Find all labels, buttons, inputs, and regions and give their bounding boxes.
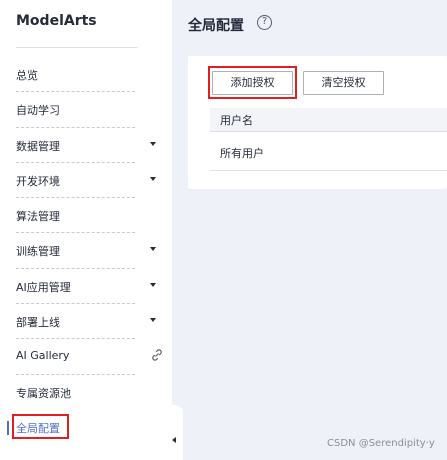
- table-header: 用户名: [210, 108, 447, 132]
- sidebar-collapse-handle[interactable]: [167, 405, 183, 460]
- question-circle-icon[interactable]: ?: [257, 15, 272, 30]
- sidebar-item-label: 专属资源池: [16, 386, 71, 400]
- sidebar-item-ai-app-management[interactable]: AI应用管理: [0, 269, 172, 305]
- sidebar-item-data-management[interactable]: 数据管理: [0, 128, 172, 163]
- sidebar-item-label: 训练管理: [16, 245, 60, 259]
- sidebar-item-training-management[interactable]: 训练管理: [0, 233, 172, 269]
- chevron-down-icon[interactable]: [150, 247, 156, 252]
- sidebar-item-deployment[interactable]: 部署上线: [0, 304, 172, 340]
- sidebar-item-algorithm-management[interactable]: 算法管理: [0, 198, 172, 234]
- column-header-username: 用户名: [220, 114, 253, 127]
- sidebar-item-ai-gallery[interactable]: AI Gallery: [0, 339, 172, 375]
- table-row[interactable]: 所有用户: [210, 132, 447, 171]
- chevron-down-icon[interactable]: [150, 282, 156, 287]
- chevron-down-icon[interactable]: [150, 141, 156, 146]
- chevron-down-icon[interactable]: [150, 318, 156, 323]
- chevron-down-icon[interactable]: [150, 176, 156, 181]
- sidebar-item-overview[interactable]: 总览: [0, 57, 172, 93]
- sidebar-item-label: 算法管理: [16, 210, 60, 224]
- sidebar-item-label: 开发环境: [16, 174, 60, 188]
- sidebar-item-label: 自动学习: [16, 104, 60, 118]
- highlight-box-nav: [12, 414, 69, 439]
- sidebar-item-label: AI Gallery: [16, 349, 70, 363]
- sidebar-item-label: AI应用管理: [16, 280, 71, 294]
- sidebar-item-auto-learning[interactable]: 自动学习: [0, 92, 172, 128]
- active-indicator: [7, 421, 9, 435]
- sidebar-item-label: 数据管理: [16, 139, 60, 153]
- sidebar-nav: 总览 自动学习 数据管理 开发环境 算法管理 训练管理 AI应用管理 部署上线 …: [0, 57, 172, 445]
- sidebar: ModelArts 总览 自动学习 数据管理 开发环境 算法管理 训练管理 AI…: [0, 0, 172, 460]
- page-title: 全局配置: [188, 18, 244, 34]
- sidebar-item-dedicated-pool[interactable]: 专属资源池: [0, 375, 172, 410]
- brand-logo[interactable]: ModelArts: [16, 13, 97, 29]
- chevron-left-icon: [172, 437, 176, 443]
- highlight-box-add-button: [208, 66, 297, 99]
- watermark: CSDN @Serendipity·y: [327, 438, 435, 449]
- sidebar-item-label: 部署上线: [16, 316, 60, 330]
- sidebar-item-label: 总览: [16, 69, 38, 82]
- external-link-icon[interactable]: [150, 348, 164, 362]
- sidebar-item-dev-environment[interactable]: 开发环境: [0, 163, 172, 199]
- brand-divider: [16, 47, 138, 48]
- table-cell-username: 所有用户: [220, 147, 264, 160]
- clear-authorization-button[interactable]: 清空授权: [303, 71, 384, 95]
